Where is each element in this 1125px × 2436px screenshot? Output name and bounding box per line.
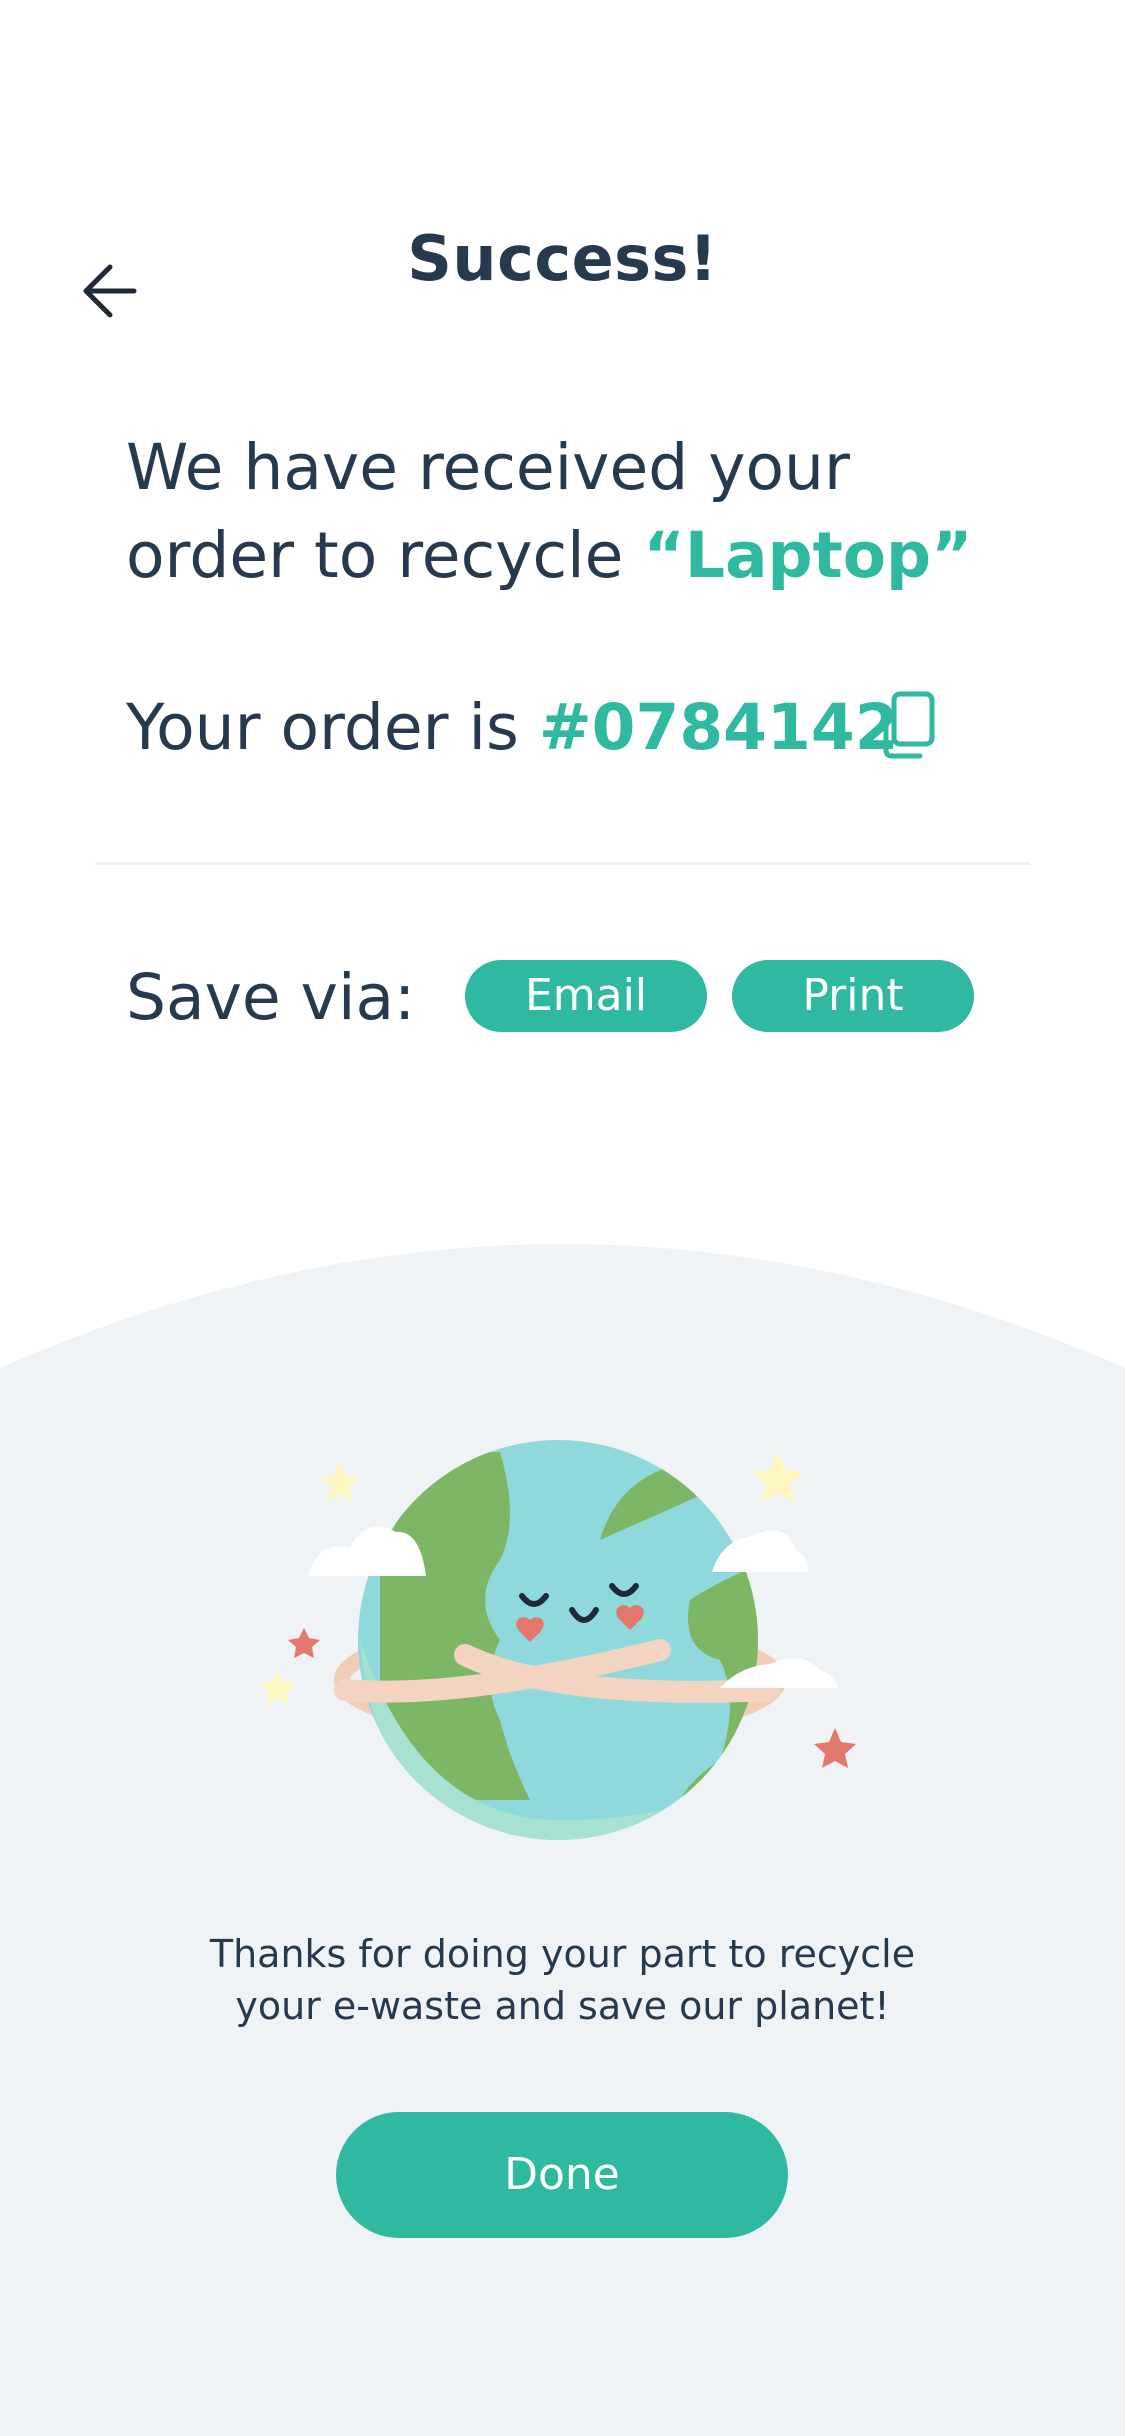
thanks-line2: your e-waste and save our planet! xyxy=(235,1984,890,2028)
thanks-line1: Thanks for doing your part to recycle xyxy=(209,1932,916,1976)
bottom-background xyxy=(0,1244,1125,2436)
save-via-label: Save via: xyxy=(126,961,416,1034)
order-message-line2: order to recycle “Laptop” xyxy=(126,512,1026,600)
order-number-line: Your order is #0784142 xyxy=(126,684,899,772)
order-message: We have received your order to recycle “… xyxy=(126,424,1026,600)
order-number-prefix: Your order is xyxy=(126,691,539,764)
copy-icon xyxy=(883,691,935,759)
copy-button[interactable] xyxy=(878,690,938,762)
done-button[interactable]: Done xyxy=(336,2112,788,2238)
email-button[interactable]: Email xyxy=(465,960,707,1032)
thanks-message: Thanks for doing your part to recycle yo… xyxy=(0,1928,1125,2032)
order-message-prefix: order to recycle xyxy=(126,519,644,592)
order-message-line1: We have received your xyxy=(126,431,850,504)
order-number: #0784142 xyxy=(538,691,899,764)
divider xyxy=(95,862,1030,865)
page-title: Success! xyxy=(407,222,718,295)
print-button[interactable]: Print xyxy=(732,960,974,1032)
hugging-earth-illustration xyxy=(260,1440,856,1840)
recycle-item-name: “Laptop” xyxy=(643,519,973,592)
